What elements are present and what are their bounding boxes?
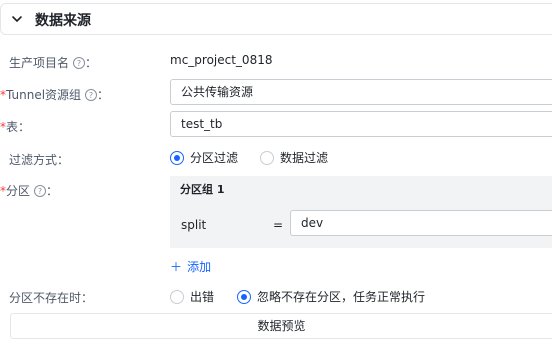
partition-label: 分区 bbox=[6, 184, 31, 198]
table-label-row: *表： bbox=[0, 116, 30, 135]
filter-option-data[interactable]: 数据过滤 bbox=[260, 147, 328, 166]
missing-option-ignore[interactable]: 忽略不存在分区，任务正常执行 bbox=[237, 286, 425, 305]
partition-value-input[interactable]: dev bbox=[290, 210, 552, 236]
section-header[interactable]: 数据来源 bbox=[0, 3, 552, 35]
missing-partition-label: 分区不存在时 bbox=[9, 291, 82, 305]
plus-icon: ＋ bbox=[170, 260, 183, 274]
filter-option-label: 数据过滤 bbox=[280, 151, 329, 165]
partition-group-title: 分区组 1 bbox=[180, 183, 225, 196]
tunnel-label: Tunnel资源组 bbox=[6, 88, 82, 102]
label-colon: ： bbox=[18, 120, 31, 134]
missing-partition-label-row: 分区不存在时： bbox=[9, 287, 93, 306]
section-title: 数据来源 bbox=[35, 13, 91, 29]
project-label-row: 生产项目名?： bbox=[9, 52, 97, 71]
add-partition-link[interactable]: ＋ 添加 bbox=[170, 256, 211, 275]
table-select[interactable]: test_tb bbox=[170, 111, 552, 137]
radio-checked[interactable] bbox=[237, 289, 251, 304]
filter-option-label: 分区过滤 bbox=[190, 151, 239, 165]
label-colon: ： bbox=[81, 291, 94, 305]
help-icon[interactable]: ? bbox=[85, 88, 98, 101]
partition-key: split bbox=[181, 218, 207, 232]
data-preview-button[interactable]: 数据预览 bbox=[10, 313, 552, 339]
missing-option-label: 忽略不存在分区，任务正常执行 bbox=[257, 290, 426, 304]
project-value: mc_project_0818 bbox=[170, 53, 273, 67]
help-icon[interactable]: ? bbox=[34, 184, 47, 197]
help-icon[interactable]: ? bbox=[73, 56, 86, 69]
partition-operator: = bbox=[273, 218, 284, 232]
partition-group-panel: 分区组 1 split = dev bbox=[170, 176, 552, 248]
label-colon: ： bbox=[46, 184, 59, 198]
label-colon: ： bbox=[57, 153, 70, 167]
partition-value: dev bbox=[301, 216, 324, 230]
tunnel-resource-value: 公共传输资源 bbox=[181, 85, 254, 99]
table-value: test_tb bbox=[181, 117, 223, 131]
chevron-down-icon[interactable] bbox=[11, 13, 23, 25]
filter-label: 过滤方式 bbox=[9, 153, 58, 167]
tunnel-label-row: *Tunnel资源组?： bbox=[0, 84, 109, 103]
missing-option-label: 出错 bbox=[190, 290, 215, 304]
radio-checked[interactable] bbox=[170, 150, 184, 165]
missing-option-error[interactable]: 出错 bbox=[170, 286, 214, 305]
filter-option-partition[interactable]: 分区过滤 bbox=[170, 147, 238, 166]
radio-unchecked[interactable] bbox=[260, 150, 274, 165]
label-colon: ： bbox=[85, 56, 98, 70]
project-label: 生产项目名 bbox=[9, 56, 70, 70]
table-label: 表 bbox=[6, 120, 19, 134]
partition-label-row: *分区?： bbox=[0, 180, 58, 199]
add-label: 添加 bbox=[187, 260, 212, 274]
radio-unchecked[interactable] bbox=[170, 289, 184, 304]
label-colon: ： bbox=[97, 88, 110, 102]
filter-label-row: 过滤方式： bbox=[9, 149, 69, 168]
tunnel-resource-select[interactable]: 公共传输资源 bbox=[170, 79, 552, 105]
